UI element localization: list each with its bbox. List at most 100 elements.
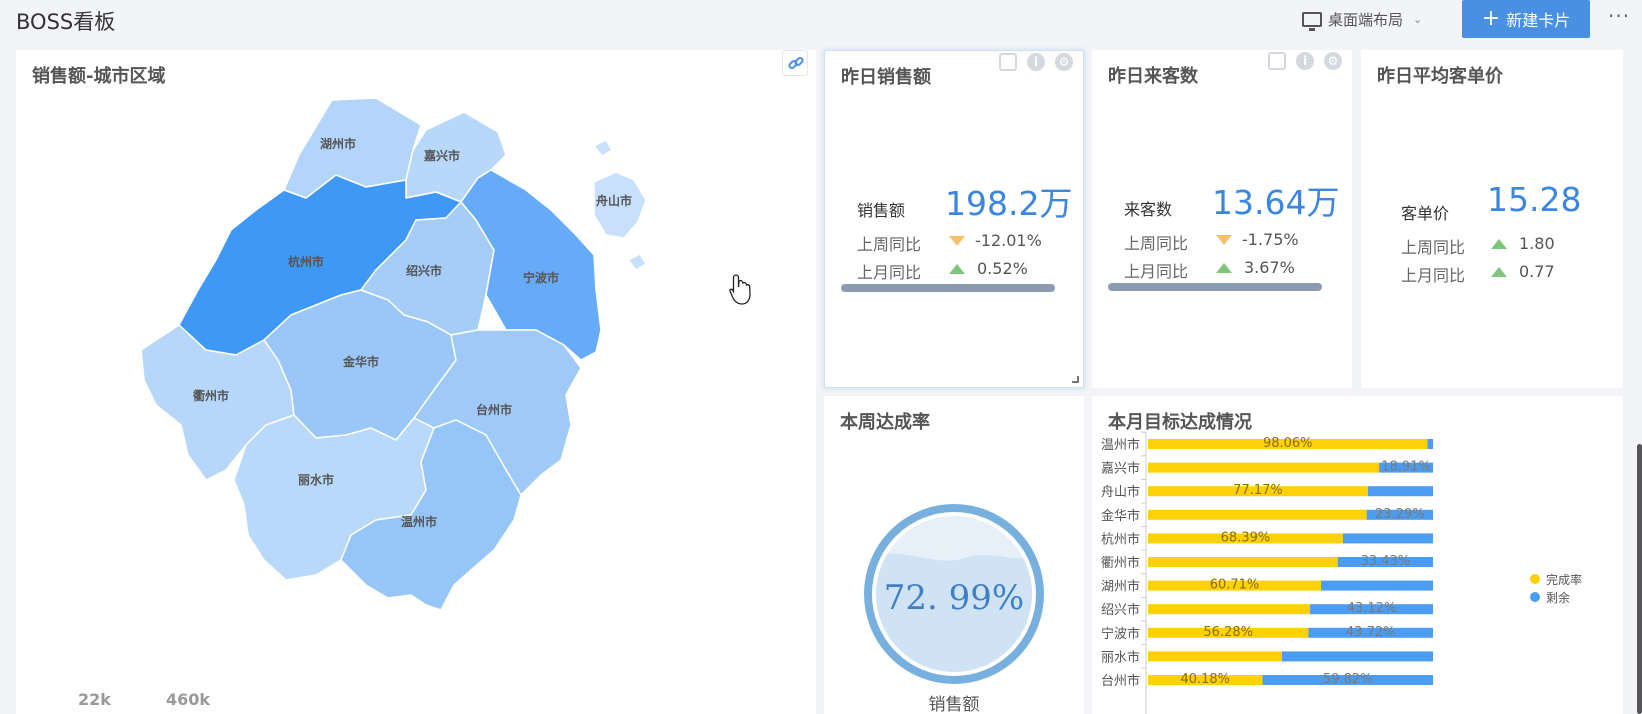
data-label: 98.06% [1263,436,1313,451]
map-label-jinhua: 金华市 [342,354,379,369]
bar-remaining[interactable] [1367,486,1433,497]
layout-selector-label: 桌面端布局 [1328,10,1404,29]
data-label: 59.82% [1323,672,1373,687]
map-label-lishui: 丽水市 [298,472,334,487]
category-label: 宁波市 [1101,626,1140,642]
new-card-button-label: 新建卡片 [1506,11,1571,30]
bar-remaining[interactable] [1427,439,1433,449]
card-toolbar: i ⚙ [1268,52,1342,70]
map-label-zhoushan: 舟山市 [596,193,632,208]
dashboard-title: BOSS看板 [16,10,116,34]
kpi-month-label: 上月同比 [1401,266,1466,285]
data-label: 43.72% [1346,625,1396,640]
kpi-main-label: 销售额 [857,201,906,220]
category-label: 湖州市 [1101,579,1140,595]
info-icon[interactable]: i [1027,53,1045,71]
data-label: 40.18% [1180,672,1230,687]
kpi-card-title: 昨日平均客单价 [1377,66,1503,87]
trend-up-icon [1216,262,1232,273]
bar-completion[interactable] [1148,462,1380,473]
bar-remaining[interactable] [1281,651,1433,662]
monitor-icon [1302,11,1322,31]
kpi-main-label: 来客数 [1124,200,1173,219]
kpi-week-value: -1.75% [1216,230,1299,249]
card-toolbar: i ⚙ [999,53,1073,71]
data-label: 56.28% [1203,625,1253,640]
bar-remaining[interactable] [1342,533,1433,544]
data-label: 68.39% [1221,530,1271,545]
kpi-main-value: 15.28 [1487,180,1582,219]
bar-completion[interactable] [1148,651,1282,662]
kpi-month-label: 上月同比 [1124,262,1189,281]
category-label: 绍兴市 [1101,602,1140,618]
category-label: 温州市 [1101,437,1140,453]
horizontal-scrollbar[interactable] [1108,283,1322,291]
monthly-target-card[interactable]: 本月目标达成情况 温州市 98.06% 嘉兴市 18.91% 舟山市 77.17% 金华市 2… [1092,396,1623,714]
liquid-gauge [864,504,1044,684]
map-legend-min: 22k [78,690,111,709]
kpi-card-title: 昨日来客数 [1108,66,1198,87]
map-label-hangzhou: 杭州市 [288,254,324,269]
category-label: 嘉兴市 [1101,461,1140,477]
kpi-card-title: 昨日销售额 [841,67,931,88]
legend-dot [1530,574,1540,584]
info-icon[interactable]: i [1296,52,1314,70]
map-label-shaoxing: 绍兴市 [406,263,442,278]
resize-handle[interactable] [1072,376,1079,383]
gauge-label: 销售额 [928,695,980,714]
gear-icon[interactable]: ⚙ [1324,52,1342,70]
data-view-icon[interactable] [1268,52,1286,70]
category-label: 杭州市 [1101,531,1140,547]
legend-item-remaining[interactable]: 剩余 [1530,588,1582,606]
kpi-month-value: 0.77 [1491,262,1555,281]
kpi-card-visitors[interactable]: 昨日来客数 i ⚙ 来客数 13.64万 上周同比 -1.75% 上月同比 3.… [1092,50,1352,388]
data-label: 60.71% [1210,578,1260,593]
trend-up-icon [1491,238,1507,249]
gauge-liquid [876,553,1032,672]
gear-icon[interactable]: ⚙ [1055,53,1073,71]
new-card-button[interactable]: + 新建卡片 [1462,0,1590,38]
weekly-achievement-card[interactable]: 本周达成率 72. 99% 销售额 [824,396,1084,714]
layout-selector[interactable]: 桌面端布局 ⌄ [1302,5,1422,33]
kpi-main-label: 客单价 [1401,204,1450,223]
gauge-value: 72. 99% [883,578,1025,618]
category-label: 丽水市 [1101,649,1140,665]
map-label-wenzhou: 温州市 [401,514,437,529]
more-icon[interactable]: ··· [1608,4,1630,28]
category-label: 舟山市 [1101,484,1140,500]
bar-legend: 完成率 剩余 [1530,570,1582,606]
chevron-down-icon: ⌄ [1413,12,1423,26]
kpi-week-label: 上周同比 [857,235,922,254]
category-label: 台州市 [1101,673,1140,689]
category-label: 衢州市 [1101,555,1140,571]
kpi-card-sales[interactable]: 昨日销售额 i ⚙ 销售额 198.2万 上周同比 -12.01% 上月同比 0… [824,50,1084,388]
top-bar: BOSS看板 桌面端布局 ⌄ + 新建卡片 ··· [0,0,1642,50]
trend-down-icon [1216,234,1232,245]
kpi-week-value: 1.80 [1491,234,1555,253]
bar-remaining[interactable] [1321,580,1433,591]
zhejiang-map: 湖州市 嘉兴市 舟山市 杭州市 绍兴市 宁波市 衢州市 金华市 台州市 丽水市 … [140,97,647,611]
data-label: 43.12% [1347,601,1397,616]
data-view-icon[interactable] [999,53,1017,71]
category-label: 金华市 [1101,508,1140,524]
kpi-week-label: 上周同比 [1124,234,1189,253]
horizontal-scrollbar[interactable] [841,284,1055,292]
kpi-card-avg-price[interactable]: 昨日平均客单价 客单价 15.28 上周同比 1.80 上月同比 0.77 [1361,50,1623,388]
page-scrollbar[interactable] [1637,444,1642,714]
kpi-month-value: 3.67% [1216,258,1295,277]
legend-dot [1530,592,1540,602]
map-label-taizhou: 台州市 [476,402,512,417]
data-label: 18.91% [1381,460,1431,475]
kpi-month-value: 0.52% [949,259,1028,278]
data-label: 77.17% [1233,483,1283,498]
map-card: 销售额-城市区域 湖州市 嘉兴市 舟山市 杭州市 绍兴市 宁波市 衢州市 金华市 [16,50,816,714]
map-label-huzhou: 湖州市 [320,136,356,151]
legend-item-completion[interactable]: 完成率 [1530,570,1582,588]
map-label-ningbo: 宁波市 [523,270,559,285]
hand-cursor-icon [729,274,751,305]
bar-completion[interactable] [1148,557,1338,567]
bar-completion[interactable] [1148,604,1311,615]
data-label: 23.29% [1375,507,1425,522]
bar-completion[interactable] [1148,509,1367,520]
kpi-week-label: 上周同比 [1401,238,1466,257]
